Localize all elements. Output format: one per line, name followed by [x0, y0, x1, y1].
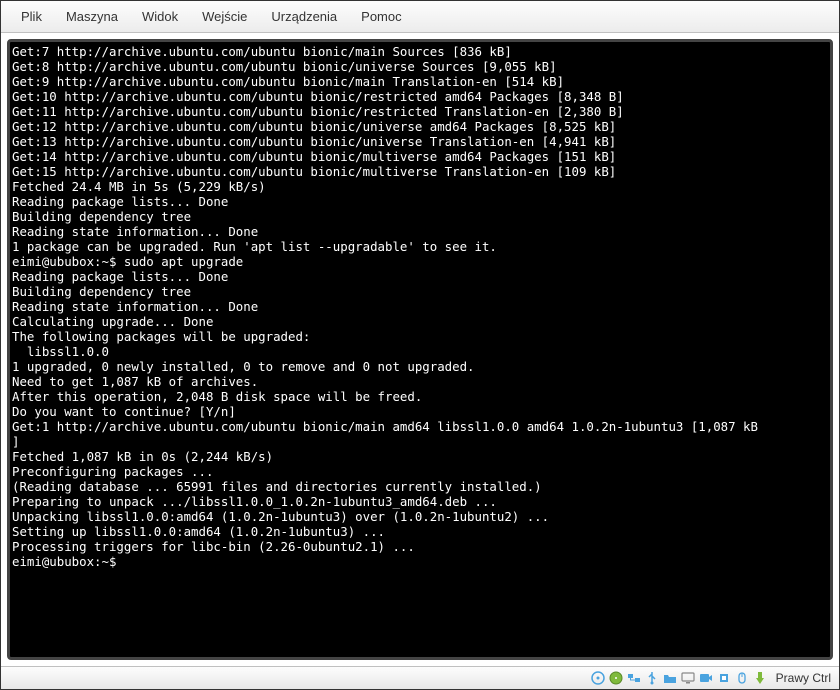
terminal-line: Get:15 http://archive.ubuntu.com/ubuntu …: [12, 164, 828, 179]
menu-file[interactable]: Plik: [9, 5, 54, 28]
terminal-line: After this operation, 2,048 B disk space…: [12, 389, 828, 404]
terminal-line: Reading state information... Done: [12, 224, 828, 239]
terminal-line: Get:10 http://archive.ubuntu.com/ubuntu …: [12, 89, 828, 104]
terminal-line: Preparing to unpack .../libssl1.0.0_1.0.…: [12, 494, 828, 509]
network-icon[interactable]: [626, 670, 642, 686]
menu-machine[interactable]: Maszyna: [54, 5, 130, 28]
cpu-icon[interactable]: [716, 670, 732, 686]
terminal-line: Building dependency tree: [12, 209, 828, 224]
menu-help[interactable]: Pomoc: [349, 5, 413, 28]
terminal-line: Fetched 1,087 kB in 0s (2,244 kB/s): [12, 449, 828, 464]
terminal-line: Calculating upgrade... Done: [12, 314, 828, 329]
terminal-line: Get:11 http://archive.ubuntu.com/ubuntu …: [12, 104, 828, 119]
terminal-line: Reading state information... Done: [12, 299, 828, 314]
menu-devices[interactable]: Urządzenia: [259, 5, 349, 28]
terminal-line: Building dependency tree: [12, 284, 828, 299]
terminal-line: Setting up libssl1.0.0:amd64 (1.0.2n-1ub…: [12, 524, 828, 539]
terminal-line: Get:8 http://archive.ubuntu.com/ubuntu b…: [12, 59, 828, 74]
terminal-line: 1 upgraded, 0 newly installed, 0 to remo…: [12, 359, 828, 374]
terminal-line: ]: [12, 434, 828, 449]
terminal-line: Get:9 http://archive.ubuntu.com/ubuntu b…: [12, 74, 828, 89]
terminal-line: Get:13 http://archive.ubuntu.com/ubuntu …: [12, 134, 828, 149]
terminal-line: 1 package can be upgraded. Run 'apt list…: [12, 239, 828, 254]
terminal-line: Get:1 http://archive.ubuntu.com/ubuntu b…: [12, 419, 828, 434]
terminal-line: Fetched 24.4 MB in 5s (5,229 kB/s): [12, 179, 828, 194]
optical-disc-icon[interactable]: [590, 670, 606, 686]
terminal-line: Processing triggers for libc-bin (2.26-0…: [12, 539, 828, 554]
hard-disk-icon[interactable]: [608, 670, 624, 686]
keyboard-icon[interactable]: [752, 670, 768, 686]
terminal-line: eimi@ububox:~$ sudo apt upgrade: [12, 254, 828, 269]
terminal-line: eimi@ububox:~$: [12, 554, 828, 569]
terminal-line: Get:12 http://archive.ubuntu.com/ubuntu …: [12, 119, 828, 134]
menu-view[interactable]: Widok: [130, 5, 190, 28]
terminal-line: Reading package lists... Done: [12, 194, 828, 209]
terminal-line: Reading package lists... Done: [12, 269, 828, 284]
terminal-line: The following packages will be upgraded:: [12, 329, 828, 344]
statusbar: Prawy Ctrl: [1, 666, 839, 689]
terminal-line: (Reading database ... 65991 files and di…: [12, 479, 828, 494]
host-key-indicator[interactable]: Prawy Ctrl: [776, 671, 831, 685]
terminal-line: Get:7 http://archive.ubuntu.com/ubuntu b…: [12, 44, 828, 59]
terminal-line: Preconfiguring packages ...: [12, 464, 828, 479]
terminal-line: Do you want to continue? [Y/n]: [12, 404, 828, 419]
vm-window: Plik Maszyna Widok Wejście Urządzenia Po…: [0, 0, 840, 690]
terminal-line: Unpacking libssl1.0.0:amd64 (1.0.2n-1ubu…: [12, 509, 828, 524]
terminal-line: Need to get 1,087 kB of archives.: [12, 374, 828, 389]
menubar: Plik Maszyna Widok Wejście Urządzenia Po…: [1, 1, 839, 33]
shared-folder-icon[interactable]: [662, 670, 678, 686]
terminal[interactable]: Get:7 http://archive.ubuntu.com/ubuntu b…: [7, 39, 833, 660]
menu-input[interactable]: Wejście: [190, 5, 259, 28]
terminal-line: Get:14 http://archive.ubuntu.com/ubuntu …: [12, 149, 828, 164]
usb-icon[interactable]: [644, 670, 660, 686]
recording-icon[interactable]: [698, 670, 714, 686]
display-icon[interactable]: [680, 670, 696, 686]
mouse-integration-icon[interactable]: [734, 670, 750, 686]
terminal-line: libssl1.0.0: [12, 344, 828, 359]
